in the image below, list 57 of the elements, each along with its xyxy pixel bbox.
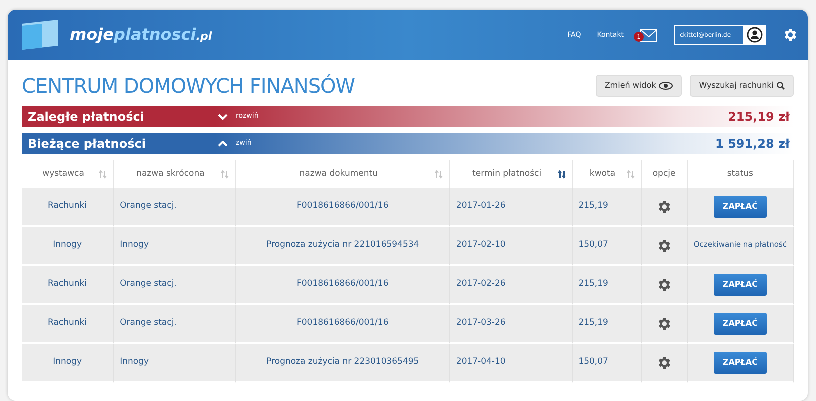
table-cell: 215,19 <box>572 305 642 344</box>
page-title: CENTRUM DOMOWYCH FINANSÓW <box>22 74 356 98</box>
table-cell: 2017-01-26 <box>450 188 573 227</box>
column-header[interactable]: nazwa dokumentu <box>300 168 378 180</box>
column-header[interactable]: nazwa skrócona <box>136 168 205 180</box>
pay-button[interactable]: ZAPŁAĆ <box>714 196 767 218</box>
column-header[interactable]: termin płatności <box>472 168 542 180</box>
table-cell: F0018616866/001/16 <box>236 188 450 227</box>
section-label: Zaległe płatności <box>27 108 146 126</box>
table-cell: 215,19 <box>572 188 642 227</box>
column-header[interactable]: kwota <box>590 168 616 180</box>
toolbar-button[interactable]: Wyszukaj rachunki <box>690 75 794 97</box>
table-cell: 2017-02-10 <box>450 227 573 266</box>
pay-button[interactable]: ZAPŁAĆ <box>714 352 767 374</box>
settings-icon[interactable] <box>782 27 798 43</box>
table-cell: 2017-03-26 <box>450 305 573 344</box>
column-header[interactable]: wystawca <box>42 168 84 180</box>
table-cell: Innogy <box>22 227 114 266</box>
settings-icon[interactable] <box>656 238 672 254</box>
section-label: Bieżące płatności <box>27 136 147 152</box>
table-cell: Orange stacj. <box>114 188 236 227</box>
table-cell: 2017-02-26 <box>450 266 573 305</box>
table-cell: 150,07 <box>572 344 642 383</box>
settings-icon[interactable] <box>656 316 672 332</box>
table-cell: Prognoza zużycia nr 221016594534 <box>236 227 450 266</box>
settings-icon[interactable] <box>656 276 672 292</box>
table-cell: 150,07 <box>572 227 642 266</box>
table-cell: Rachunki <box>22 266 114 305</box>
logo-text[interactable]: mojeplatnosci.pl <box>70 23 212 47</box>
column-header[interactable]: opcje <box>652 168 676 180</box>
toolbar-button[interactable]: Zmień widok <box>596 75 682 97</box>
table-cell: Innogy <box>22 344 114 383</box>
chevron-down-icon[interactable] <box>218 114 228 120</box>
section-amount: 215,19 zł <box>728 108 791 126</box>
user-icon[interactable] <box>747 27 763 43</box>
settings-icon[interactable] <box>656 354 672 370</box>
pay-button[interactable]: ZAPŁAĆ <box>714 312 767 334</box>
eye-icon <box>659 82 674 90</box>
table-cell: 2017-04-10 <box>450 344 573 383</box>
table-cell: F0018616866/001/16 <box>236 266 450 305</box>
chevron-up-icon[interactable] <box>218 140 228 146</box>
table-cell: Innogy <box>114 227 236 266</box>
table-cell: Prognoza zużycia nr 223010365495 <box>236 344 450 383</box>
table-cell: Orange stacj. <box>114 266 236 305</box>
sort-active-icon[interactable] <box>558 170 566 178</box>
settings-icon[interactable] <box>656 198 672 214</box>
table-cell: 215,19 <box>572 266 642 305</box>
pay-button[interactable]: ZAPŁAĆ <box>714 274 767 296</box>
column-header[interactable]: status <box>727 168 754 180</box>
table-cell: F0018616866/001/16 <box>236 305 450 344</box>
mail-icon[interactable] <box>640 28 658 43</box>
table-cell: Rachunki <box>22 188 114 227</box>
search-icon <box>777 82 785 90</box>
table-cell: Rachunki <box>22 305 114 344</box>
table-cell: Innogy <box>114 344 236 383</box>
table-cell: Orange stacj. <box>114 305 236 344</box>
section-amount: 1 591,28 zł <box>716 136 791 152</box>
